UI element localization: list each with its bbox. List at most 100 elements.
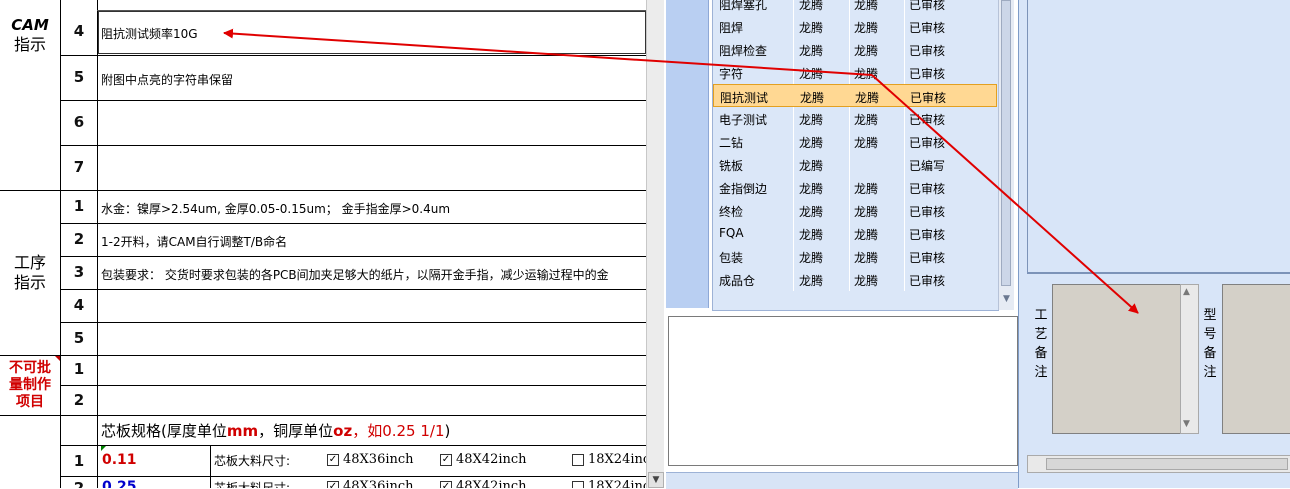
grid-vertical-scrollbar[interactable]: ▼ xyxy=(998,0,1014,310)
sheet-vertical-scrollbar[interactable]: ▼ xyxy=(646,0,664,488)
grid-row[interactable]: 铣板 龙腾 已编写 xyxy=(713,153,997,176)
option-48x36-label: 48X36inch xyxy=(343,479,414,488)
scroll-thumb[interactable] xyxy=(1046,458,1288,470)
remarks-top-area xyxy=(1027,0,1290,274)
grid-column-separator xyxy=(904,130,905,153)
panel-side-strip xyxy=(666,0,709,308)
checkbox-48x36[interactable]: ✓ xyxy=(327,481,339,488)
scroll-down-icon[interactable]: ▼ xyxy=(1000,294,1013,308)
grid-column-separator xyxy=(904,107,905,130)
process-row-number: 1 xyxy=(73,197,85,215)
grid-row[interactable]: 字符 龙腾 龙腾 已审核 xyxy=(713,61,997,84)
grid-column-separator xyxy=(849,0,850,15)
grid-cell-step: 阻焊 xyxy=(719,21,744,35)
cam-row-number: 6 xyxy=(73,113,85,131)
grid-row[interactable]: 金指倒边 龙腾 龙腾 已审核 xyxy=(713,176,997,199)
grid-column-separator xyxy=(849,61,850,84)
nobatch-group-label: 不可批 量制作 项目 xyxy=(0,355,60,415)
grid-cell-checker: 龙腾 xyxy=(854,0,879,12)
process-note-label: 工 艺 备 注 xyxy=(1032,306,1050,382)
grid-cell-maker: 龙腾 xyxy=(799,228,824,242)
grid-cell-checker: 龙腾 xyxy=(854,228,879,242)
grid-column-separator xyxy=(904,153,905,176)
grid-cell-status: 已审核 xyxy=(910,91,947,105)
cam-row-4-cell[interactable] xyxy=(98,11,646,54)
checkbox-18x24[interactable] xyxy=(572,454,584,466)
option-48x42-label: 48X42inch xyxy=(456,479,527,488)
model-note-char: 型 xyxy=(1203,308,1217,323)
grid-row[interactable]: 终检 龙腾 龙腾 已审核 xyxy=(713,199,997,222)
grid-column-separator xyxy=(849,15,850,38)
option-18x24-label: 18X24inch xyxy=(588,452,646,467)
grid-cell-step: 二钻 xyxy=(719,136,744,150)
model-note-textarea[interactable] xyxy=(1222,284,1290,434)
scroll-up-icon[interactable]: ▲ xyxy=(1183,287,1190,297)
scroll-down-icon[interactable]: ▼ xyxy=(1183,419,1190,429)
grid-row[interactable]: 阻焊检查 龙腾 龙腾 已审核 xyxy=(713,38,997,61)
nobatch-line3: 项目 xyxy=(16,393,44,410)
remarks-horizontal-scrollbar[interactable] xyxy=(1027,455,1290,473)
grid-row[interactable]: 阻焊塞孔 龙腾 龙腾 已审核 xyxy=(713,0,997,15)
process-row-text[interactable]: 水金：镍厚>2.54um, 金厚0.05-0.15um； 金手指金厚>0.4um xyxy=(101,200,641,217)
grid-row[interactable]: 成品仓 龙腾 龙腾 已审核 xyxy=(713,268,997,291)
memo-textarea[interactable] xyxy=(668,316,1018,466)
grid-cell-maker: 龙腾 xyxy=(799,136,824,150)
scroll-down-icon[interactable]: ▼ xyxy=(648,472,664,488)
grid-column-separator xyxy=(904,15,905,38)
grid-column-separator xyxy=(904,0,905,15)
grid-row[interactable]: 二钻 龙腾 龙腾 已审核 xyxy=(713,130,997,153)
grid-cell-step: 字符 xyxy=(719,67,744,81)
grid-cell-checker: 龙腾 xyxy=(854,274,879,288)
scroll-thumb[interactable] xyxy=(1001,0,1011,286)
grid-cell-step: 金指倒边 xyxy=(719,182,768,196)
process-row-text[interactable]: 1-2开料，请CAM自行调整T/B命名 xyxy=(101,233,641,250)
grid-cell-checker: 龙腾 xyxy=(854,113,879,127)
cam-row-text[interactable]: 附图中点亮的字符串保留 xyxy=(101,71,641,88)
grid-column-separator xyxy=(904,268,905,291)
checkbox-48x42[interactable]: ✓ xyxy=(440,481,452,488)
grid-column-separator xyxy=(904,38,905,61)
grid-column-separator xyxy=(849,130,850,153)
core-spec-mid: ，铜厚单位 xyxy=(258,422,334,440)
grid-row[interactable]: 包装 龙腾 龙腾 已审核 xyxy=(713,245,997,268)
process-group-line1: 工序 xyxy=(13,252,46,272)
grid-row-selected[interactable]: 阻抗测试 龙腾 龙腾 已审核 xyxy=(713,84,997,107)
process-row-text[interactable]: 包装要求： 交货时要求包装的各PCB间加夹足够大的纸片，以隔开金手指，减少运输过… xyxy=(101,266,646,283)
cam-group-line1: CAM xyxy=(11,16,49,34)
grid-column-separator xyxy=(793,61,794,84)
grid-cell-status: 已审核 xyxy=(909,21,946,35)
grid-cell-step: 终检 xyxy=(719,205,744,219)
grid-cell-maker: 龙腾 xyxy=(799,0,824,12)
grid-cell-checker: 龙腾 xyxy=(854,205,879,219)
grid-cell-checker: 龙腾 xyxy=(854,251,879,265)
grid-cell-status: 已审核 xyxy=(909,205,946,219)
cam-group-label: CAM 指示 xyxy=(0,0,60,70)
core-thickness[interactable]: 0.11 xyxy=(102,452,137,468)
process-note-char: 工 xyxy=(1034,308,1048,323)
grid-cell-status: 已审核 xyxy=(909,136,946,150)
grid-cell-status: 已审核 xyxy=(909,274,946,288)
grid-row[interactable]: 阻焊 龙腾 龙腾 已审核 xyxy=(713,15,997,38)
panel-bottom-bar xyxy=(666,472,1018,489)
process-row-number: 5 xyxy=(73,329,85,347)
core-spec-oz: oz xyxy=(333,422,353,440)
cam-row-number: 5 xyxy=(73,68,85,86)
checkbox-48x42[interactable]: ✓ xyxy=(440,454,452,466)
grid-column-separator xyxy=(849,153,850,176)
core-thickness[interactable]: 0.25 xyxy=(102,479,137,488)
process-note-textarea[interactable] xyxy=(1052,284,1182,434)
nobatch-row-number: 1 xyxy=(73,360,85,378)
process-step-grid[interactable]: 阻焊塞孔 龙腾 龙腾 已审核 阻焊 龙腾 龙腾 已审核 阻焊检查 龙腾 龙腾 已审核 字符 龙腾 龙腾 已审核… xyxy=(712,0,999,311)
grid-row[interactable]: 电子测试 龙腾 龙腾 已审核 xyxy=(713,107,997,130)
process-note-scrollbar[interactable]: ▲ ▼ xyxy=(1180,284,1199,434)
grid-cell-step: 阻抗测试 xyxy=(720,91,769,105)
process-group-label: 工序 指示 xyxy=(0,190,60,355)
checkbox-18x24[interactable] xyxy=(572,481,584,488)
grid-row[interactable]: FQA 龙腾 龙腾 已审核 xyxy=(713,222,997,245)
grid-column-separator xyxy=(849,245,850,268)
core-spec-end: ) xyxy=(444,422,451,440)
checkbox-48x36[interactable]: ✓ xyxy=(327,454,339,466)
process-note-char: 备 xyxy=(1034,346,1048,361)
grid-column-separator xyxy=(793,245,794,268)
cam-row-number: 7 xyxy=(73,158,85,176)
